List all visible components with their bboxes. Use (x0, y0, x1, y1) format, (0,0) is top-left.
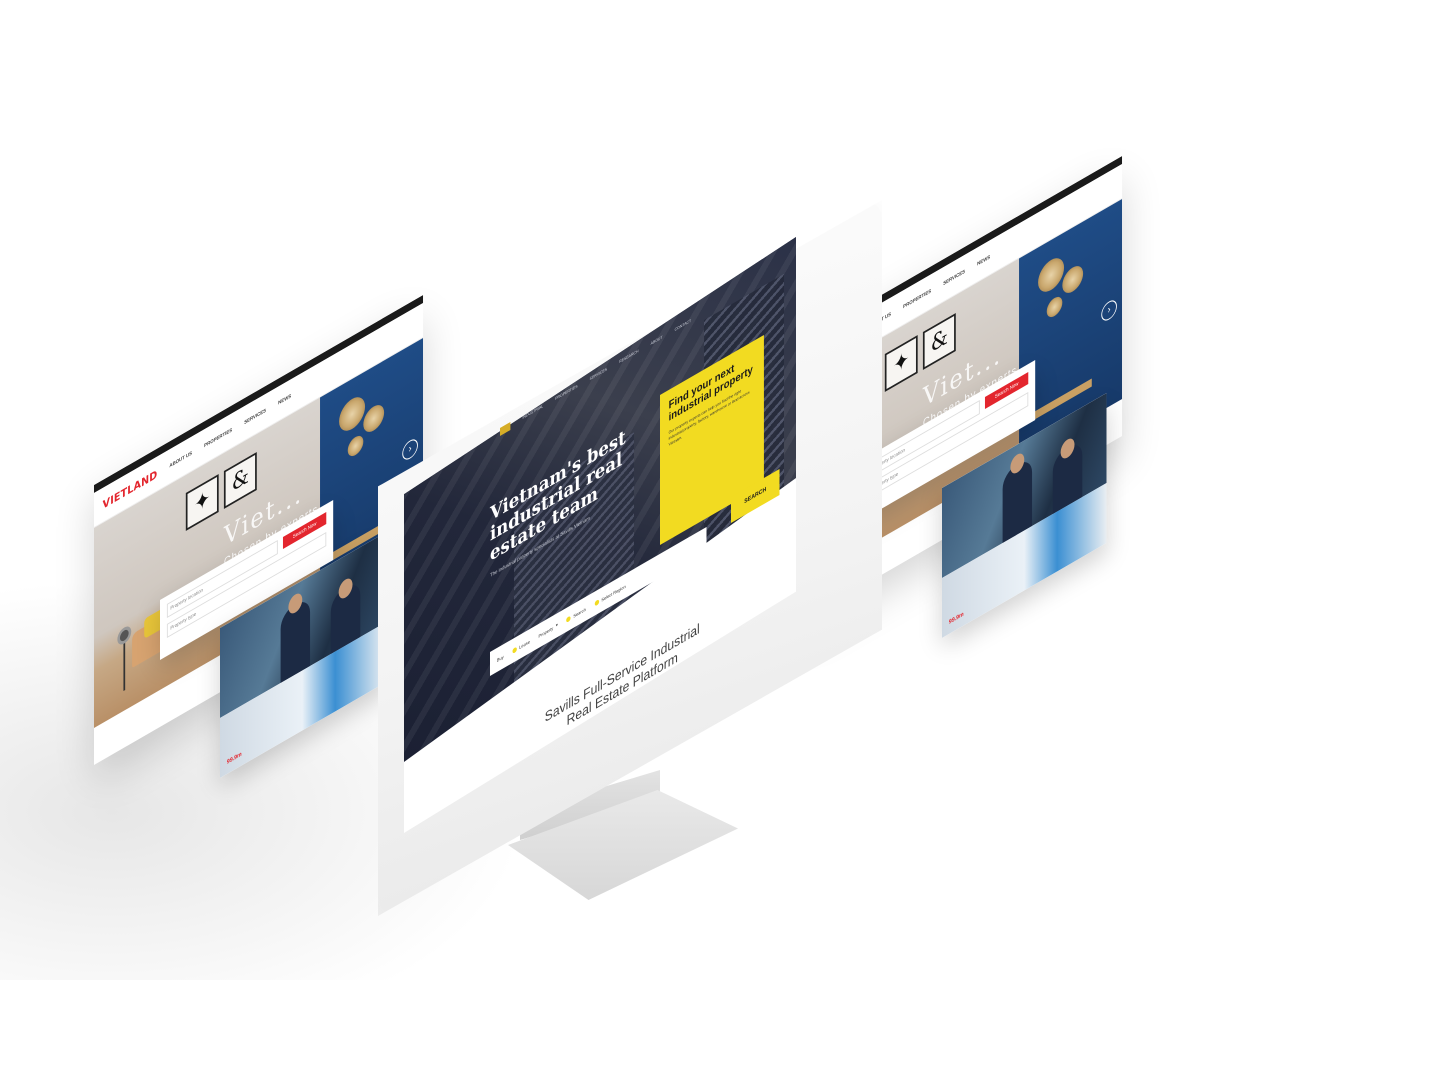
wall-frame-ampersand: & (223, 452, 257, 509)
nav-item-news[interactable]: NEWS (977, 254, 990, 268)
nav-item-properties[interactable]: PROPERTIES (204, 427, 232, 449)
pin-icon (594, 598, 599, 607)
nav-item-services[interactable]: SERVICES (244, 408, 266, 427)
buy-option[interactable]: Buy (497, 654, 504, 663)
search-field[interactable]: Search (566, 606, 586, 623)
nav-item-news[interactable]: NEWS (278, 393, 291, 407)
wall-frame-butterfly: ✦ (884, 335, 918, 392)
woven-basket (1038, 252, 1065, 298)
nav-item-properties[interactable]: PROPERTIES (903, 288, 931, 310)
wall-frame-butterfly: ✦ (185, 474, 219, 531)
price-tag: 99.9m (948, 611, 964, 626)
nav-item-about[interactable]: ABOUT US (169, 450, 192, 469)
lease-option[interactable]: Lease (512, 638, 530, 654)
lamp-pole (123, 634, 126, 691)
woven-basket (1046, 293, 1063, 321)
woven-basket (347, 432, 364, 460)
woven-basket (339, 391, 366, 437)
next-arrow-icon[interactable]: › (402, 436, 418, 463)
wall-frame-ampersand: & (922, 313, 956, 370)
price-tag: 99.9m (226, 751, 242, 766)
radio-icon (512, 646, 517, 654)
woven-basket (363, 400, 385, 437)
search-icon (566, 614, 571, 623)
next-arrow-icon[interactable]: › (1101, 297, 1117, 324)
nav-item-services[interactable]: SERVICES (943, 269, 965, 288)
property-select[interactable]: Property ▾ (539, 622, 558, 639)
woven-basket (1062, 261, 1084, 298)
